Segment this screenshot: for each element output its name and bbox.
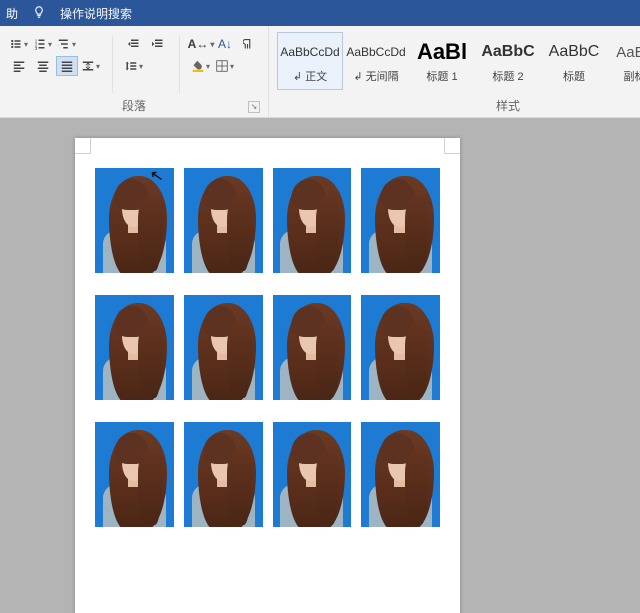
- style-preview: AaBbCcDd: [346, 38, 405, 66]
- style-preview: AaBbC: [549, 38, 600, 66]
- style-name: ↲ 无间隔: [353, 68, 398, 84]
- document-area[interactable]: [0, 118, 640, 613]
- style-item[interactable]: AaBbCcDd ↲ 正文: [277, 32, 343, 90]
- align-justify-button[interactable]: [56, 56, 78, 76]
- tell-me-search[interactable]: 操作说明搜索: [60, 5, 132, 22]
- style-preview: AaBbC: [481, 38, 534, 66]
- ribbon: 123: [0, 26, 640, 118]
- id-photo[interactable]: [273, 422, 352, 527]
- align-left-button[interactable]: [8, 56, 30, 76]
- style-name: 标题 1: [426, 68, 457, 84]
- id-photo[interactable]: [361, 422, 440, 527]
- styles-group: AaBbCcDd ↲ 正文 AaBbCcDd ↲ 无间隔 AaBl 标题 1 AaBbC 标题…: [269, 26, 640, 117]
- paragraph-dialog-launcher[interactable]: ↘: [248, 101, 260, 113]
- distribute-button[interactable]: [80, 56, 102, 76]
- line-spacing-button[interactable]: [123, 56, 145, 76]
- title-bar: 助 操作说明搜索: [0, 0, 640, 26]
- page-margin-corner: [75, 138, 91, 154]
- id-photo[interactable]: [184, 422, 263, 527]
- style-preview: AaBbC: [616, 38, 640, 66]
- styles-gallery[interactable]: AaBbCcDd ↲ 正文 AaBbCcDd ↲ 无间隔 AaBl 标题 1 AaBbC 标题…: [277, 30, 640, 95]
- id-photo[interactable]: [184, 295, 263, 400]
- style-name: 标题: [563, 68, 585, 84]
- id-photo[interactable]: [361, 295, 440, 400]
- style-item[interactable]: AaBl 标题 1: [409, 32, 475, 90]
- paragraph-group-label: 段落 ↘: [8, 95, 260, 115]
- numbering-button[interactable]: 123: [32, 34, 54, 54]
- style-name: 标题 2: [492, 68, 523, 84]
- style-preview: AaBl: [417, 38, 467, 66]
- align-center-button[interactable]: [32, 56, 54, 76]
- sort-button[interactable]: A↓: [214, 34, 236, 54]
- id-photo[interactable]: [361, 168, 440, 273]
- increase-indent-button[interactable]: [147, 34, 169, 54]
- show-marks-button[interactable]: [238, 34, 260, 54]
- shading-button[interactable]: [190, 56, 212, 76]
- multilevel-list-button[interactable]: [56, 34, 78, 54]
- style-item[interactable]: AaBbCcDd ↲ 无间隔: [343, 32, 409, 90]
- lightbulb-icon: [32, 5, 46, 22]
- help-tab[interactable]: 助: [6, 5, 18, 22]
- id-photo[interactable]: [95, 168, 174, 273]
- borders-button[interactable]: [214, 56, 236, 76]
- page-margin-corner: [444, 138, 460, 154]
- document-page[interactable]: [75, 138, 460, 613]
- style-name: 副标题: [624, 68, 640, 84]
- decrease-indent-button[interactable]: [123, 34, 145, 54]
- style-item[interactable]: AaBbC 副标题: [607, 32, 640, 90]
- paragraph-group: 123: [0, 26, 269, 117]
- id-photo[interactable]: [273, 295, 352, 400]
- id-photo[interactable]: [95, 422, 174, 527]
- id-photo[interactable]: [95, 295, 174, 400]
- style-item[interactable]: AaBbC 标题 2: [475, 32, 541, 90]
- bullets-button[interactable]: [8, 34, 30, 54]
- style-item[interactable]: AaBbC 标题: [541, 32, 607, 90]
- photo-grid: [95, 168, 440, 527]
- style-name: ↲ 正文: [293, 68, 327, 84]
- id-photo[interactable]: [184, 168, 263, 273]
- asian-layout-button[interactable]: A↔: [190, 34, 212, 54]
- style-preview: AaBbCcDd: [280, 38, 339, 66]
- id-photo[interactable]: [273, 168, 352, 273]
- svg-text:3: 3: [35, 46, 38, 50]
- styles-group-label: 样式: [277, 95, 640, 115]
